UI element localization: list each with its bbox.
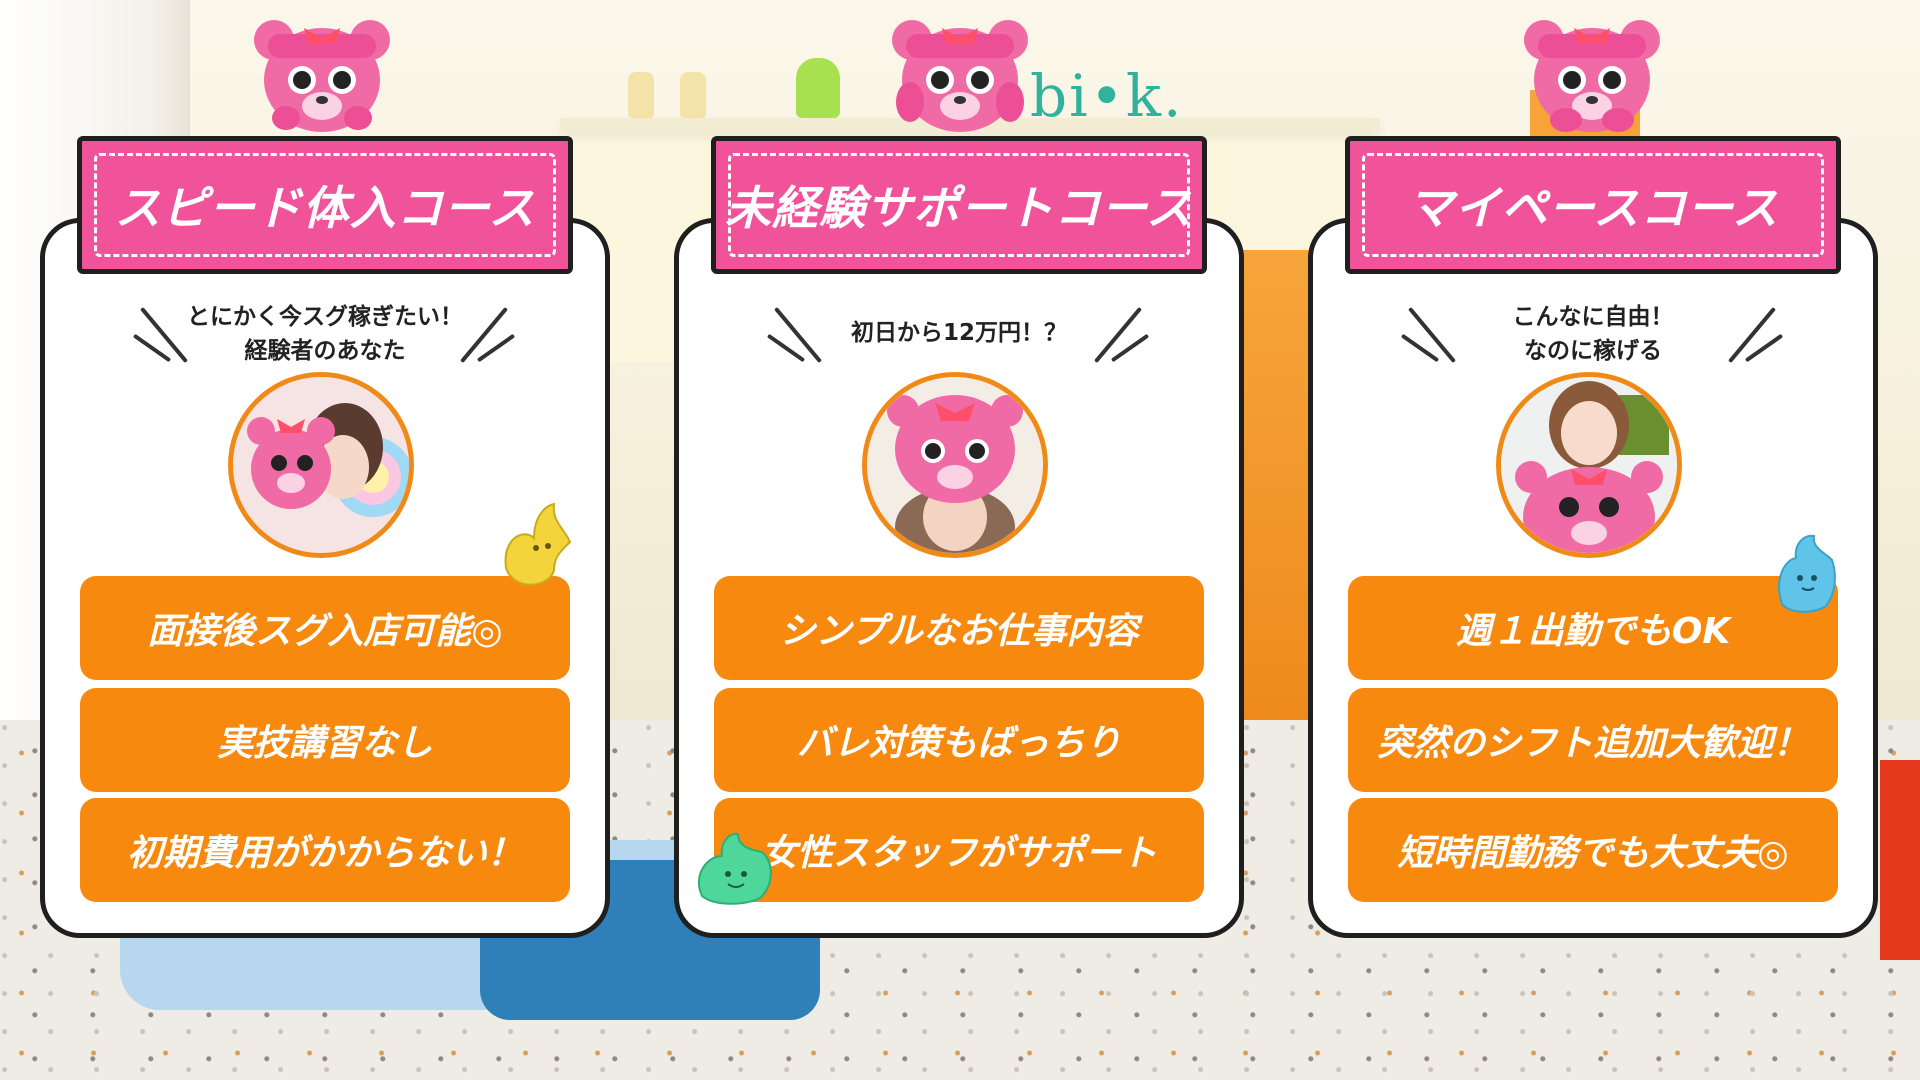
vase-decor — [628, 72, 654, 118]
blue-figure-icon — [1778, 534, 1836, 613]
red-chair — [1880, 760, 1920, 960]
woman-with-bear-photo — [233, 377, 409, 553]
vase-decor — [796, 58, 840, 118]
course-feature: 女性スタッフがサポート — [714, 798, 1204, 902]
course-title-box: マイペースコース — [1345, 136, 1841, 274]
pink-bear-mascot-icon — [254, 20, 390, 132]
course-feature: バレ対策もばっちり — [714, 688, 1204, 792]
pink-bear-mascot-icon — [892, 20, 1028, 132]
course-feature: 実技講習なし — [80, 688, 570, 792]
course-feature: シンプルなお仕事内容 — [714, 576, 1204, 680]
course-tagline: 初日から12万円！？ — [850, 320, 1067, 346]
woman-behind-bear-photo — [1501, 377, 1677, 553]
course-feature: 短時間勤務でも大丈夫◎ — [1348, 798, 1838, 902]
course-feature: 突然のシフト追加大歓迎！ — [1348, 688, 1838, 792]
course-photo — [1496, 372, 1682, 558]
pink-bear-mascot-icon — [1524, 20, 1660, 132]
course-feature: 週１出勤でもOK — [1348, 576, 1838, 680]
course-title-box: 未経験サポートコース — [711, 136, 1207, 274]
woman-with-bear-mask-photo — [867, 377, 1043, 553]
course-photo — [862, 372, 1048, 558]
green-figure-icon — [697, 832, 772, 905]
course-photo — [228, 372, 414, 558]
yellow-figure-icon — [504, 502, 572, 586]
course-title-box: スピード体入コース — [77, 136, 573, 274]
course-title: スピード体入コース — [94, 153, 556, 257]
vase-decor — [680, 72, 706, 118]
course-feature: 初期費用がかからない！ — [80, 798, 570, 902]
course-tagline: とにかく今スグ稼ぎたい！ 経験者のあなた — [187, 304, 463, 364]
course-title: マイペースコース — [1362, 153, 1824, 257]
course-tagline: こんなに自由！ なのに稼げる — [1512, 304, 1674, 364]
course-title: 未経験サポートコース — [725, 153, 1192, 257]
wall-logo-decor: bi•k. — [1030, 62, 1184, 130]
